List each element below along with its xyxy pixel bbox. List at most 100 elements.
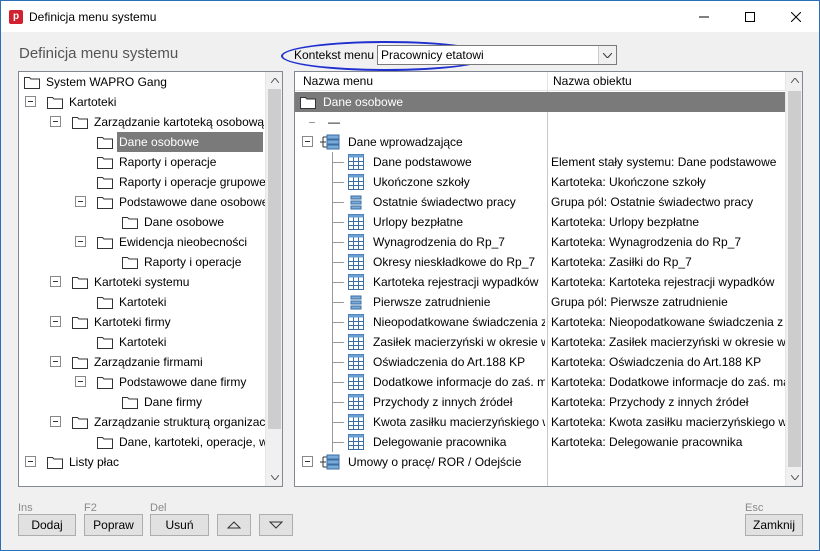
- grid-row[interactable]: Ostatnie świadectwo pracy Grupa pól: Osta…: [295, 192, 786, 212]
- scroll-up-icon[interactable]: [786, 72, 802, 89]
- move-down-button[interactable]: [259, 514, 293, 536]
- folder-icon: [72, 115, 88, 129]
- grid-row[interactable]: Oświadczenia do Art.188 KP Kartoteka: Ośw…: [295, 352, 786, 372]
- menu-name: Oświadczenia do Art.188 KP: [373, 355, 526, 369]
- close-hotkey: Esc: [745, 502, 764, 514]
- collapse-toggle-icon[interactable]: [50, 116, 61, 127]
- close-button[interactable]: Zamknij: [745, 514, 803, 536]
- menu-tree-panel[interactable]: System WAPRO Gang Kartoteki Zarządzanie ka…: [18, 71, 283, 487]
- folder-icon: [97, 155, 113, 169]
- scroll-down-icon[interactable]: [266, 469, 282, 486]
- tree-node[interactable]: Kartoteki: [19, 292, 267, 312]
- tree-node[interactable]: Listy płac: [19, 452, 267, 472]
- grid-row[interactable]: Okresy nieskładkowe do Rp_7 Kartoteka: Za…: [295, 252, 786, 272]
- collapse-toggle-icon[interactable]: [302, 456, 313, 467]
- tree-node-label: Zarządzanie firmami: [94, 355, 203, 369]
- collapse-toggle-icon[interactable]: [50, 356, 61, 367]
- tree-node[interactable]: Kartoteki: [19, 332, 267, 352]
- menu-name: Umowy o pracę/ ROR / Odejście: [348, 455, 522, 469]
- grid-row[interactable]: Przychody z innych źródeł Kartoteka: Przy…: [295, 392, 786, 412]
- grid-row[interactable]: Dodatkowe informacje do zaś. macierzyńsk…: [295, 372, 786, 392]
- column-header-object-name[interactable]: Nazwa obiektu: [553, 74, 632, 88]
- add-hotkey: Ins: [18, 502, 33, 514]
- folder-icon: [72, 315, 88, 329]
- chevron-down-icon[interactable]: [598, 46, 616, 64]
- tree-node[interactable]: Dane osobowe: [19, 212, 267, 232]
- tree-node[interactable]: Zarządzanie strukturą organizacyjną: [19, 412, 282, 432]
- collapse-toggle-icon[interactable]: [75, 376, 86, 387]
- tree-node-label: System WAPRO Gang: [46, 75, 167, 89]
- add-button[interactable]: Dodaj: [18, 514, 76, 536]
- tree-node[interactable]: Zarządzanie firmami: [19, 352, 267, 372]
- grid-row[interactable]: Dane podstawowe Element stały systemu: Da…: [295, 152, 786, 172]
- menu-name: Okresy nieskładkowe do Rp_7: [373, 255, 536, 269]
- tree-node[interactable]: Raporty i operacje grupowe: [19, 172, 267, 192]
- object-name: Grupa pól: Ostatnie świadectwo pracy: [551, 195, 754, 209]
- folder-icon: [97, 195, 113, 209]
- tree-node[interactable]: Podstawowe dane firmy: [19, 372, 267, 392]
- edit-button[interactable]: Popraw: [84, 514, 143, 536]
- minimize-button[interactable]: [681, 1, 727, 32]
- grid-row[interactable]: Pierwsze zatrudnienie Grupa pól: Pierwsze…: [295, 292, 786, 312]
- grid-row[interactable]: Wynagrodzenia do Rp_7 Kartoteka: Wynagrod…: [295, 232, 786, 252]
- grid-row[interactable]: Umowy o pracę/ ROR / Odejście: [295, 452, 786, 472]
- context-menu-select[interactable]: Pracownicy etatowi: [377, 45, 617, 65]
- folder-icon: [24, 75, 40, 89]
- grid-row[interactable]: Kwota zasiłku macierzyńskiego wypłaconeg…: [295, 412, 786, 432]
- grid-row[interactable]: —: [295, 112, 786, 132]
- tree-node-label: Kartoteki: [119, 295, 167, 309]
- grid-row[interactable]: Kartoteka rejestracji wypadków Kartoteka:…: [295, 272, 786, 292]
- object-name: Kartoteka: Zasiłki do Rp_7: [551, 255, 692, 269]
- collapse-toggle-icon[interactable]: [25, 96, 36, 107]
- grid-row[interactable]: Zasiłek macierzyński w okresie wychowawc…: [295, 332, 786, 352]
- title-bar: p Definicja menu systemu: [1, 1, 819, 32]
- delete-button[interactable]: Usuń: [150, 514, 209, 536]
- table-icon: [348, 374, 364, 390]
- tree-node[interactable]: Raporty i operacje: [19, 152, 267, 172]
- scroll-up-icon[interactable]: [266, 72, 282, 89]
- grid-row[interactable]: Delegowanie pracownika Kartoteka: Delegow…: [295, 432, 786, 452]
- tree-node[interactable]: Kartoteki systemu: [19, 272, 267, 292]
- grid-row[interactable]: Urlopy bezpłatne Kartoteka: Urlopy bezpła…: [295, 212, 786, 232]
- tree-node[interactable]: Dane firmy: [19, 392, 267, 412]
- scroll-thumb[interactable]: [268, 89, 281, 429]
- tree-node-label: Dane, kartoteki, operacje, wydruki: [119, 435, 283, 449]
- window: p Definicja menu systemu Definicja menu …: [0, 0, 820, 551]
- grid-row[interactable]: Dane osobowe: [295, 92, 786, 112]
- column-header-menu-name[interactable]: Nazwa menu: [303, 74, 373, 88]
- collapse-toggle-icon[interactable]: [50, 276, 61, 287]
- object-name: Kartoteka: Przychody z innych źródeł: [551, 395, 749, 409]
- collapse-toggle-icon[interactable]: [25, 456, 36, 467]
- collapse-toggle-icon[interactable]: [75, 236, 86, 247]
- close-icon: [791, 11, 801, 22]
- scroll-down-icon[interactable]: [786, 469, 802, 486]
- tree-node-label: Raporty i operacje: [144, 255, 242, 269]
- menu-items-grid[interactable]: Nazwa menu Nazwa obiektu Dane osobowe — Da…: [294, 71, 803, 487]
- tree-node[interactable]: Zarządzanie kartoteką osobową: [19, 112, 267, 132]
- scroll-thumb[interactable]: [788, 91, 801, 467]
- move-up-button[interactable]: [217, 514, 251, 536]
- tree-node[interactable]: Podstawowe dane osobowe: [19, 192, 268, 212]
- grid-row[interactable]: Nieopodatkowane świadczenia z ZFŚS Kartot…: [295, 312, 786, 332]
- tree-node[interactable]: Raporty i operacje: [19, 252, 267, 272]
- menu-name: Kartoteka rejestracji wypadków: [373, 275, 539, 289]
- tree-node[interactable]: Kartoteki: [19, 92, 267, 112]
- tree-node[interactable]: System WAPRO Gang: [19, 72, 267, 92]
- close-window-button[interactable]: [773, 1, 819, 32]
- collapse-toggle-icon[interactable]: [50, 416, 61, 427]
- maximize-icon: [745, 11, 755, 22]
- collapse-toggle-icon[interactable]: [75, 196, 86, 207]
- grid-row[interactable]: Dane wprowadzające: [295, 132, 786, 152]
- menu-tree-scrollbar[interactable]: [265, 72, 282, 486]
- collapse-toggle-icon[interactable]: [302, 136, 313, 147]
- maximize-button[interactable]: [727, 1, 773, 32]
- grid-scrollbar[interactable]: [785, 72, 802, 486]
- tree-node[interactable]: Dane osobowe: [19, 132, 267, 152]
- table-icon: [348, 314, 364, 330]
- tree-node[interactable]: Ewidencja nieobecności: [19, 232, 267, 252]
- tree-node[interactable]: Dane, kartoteki, operacje, wydruki: [19, 432, 282, 452]
- collapse-toggle-icon[interactable]: [50, 316, 61, 327]
- grid-row[interactable]: Ukończone szkoły Kartoteka: Ukończone szk…: [295, 172, 786, 192]
- tree-node[interactable]: Kartoteki firmy: [19, 312, 267, 332]
- tree-node-label: Podstawowe dane firmy: [119, 375, 247, 389]
